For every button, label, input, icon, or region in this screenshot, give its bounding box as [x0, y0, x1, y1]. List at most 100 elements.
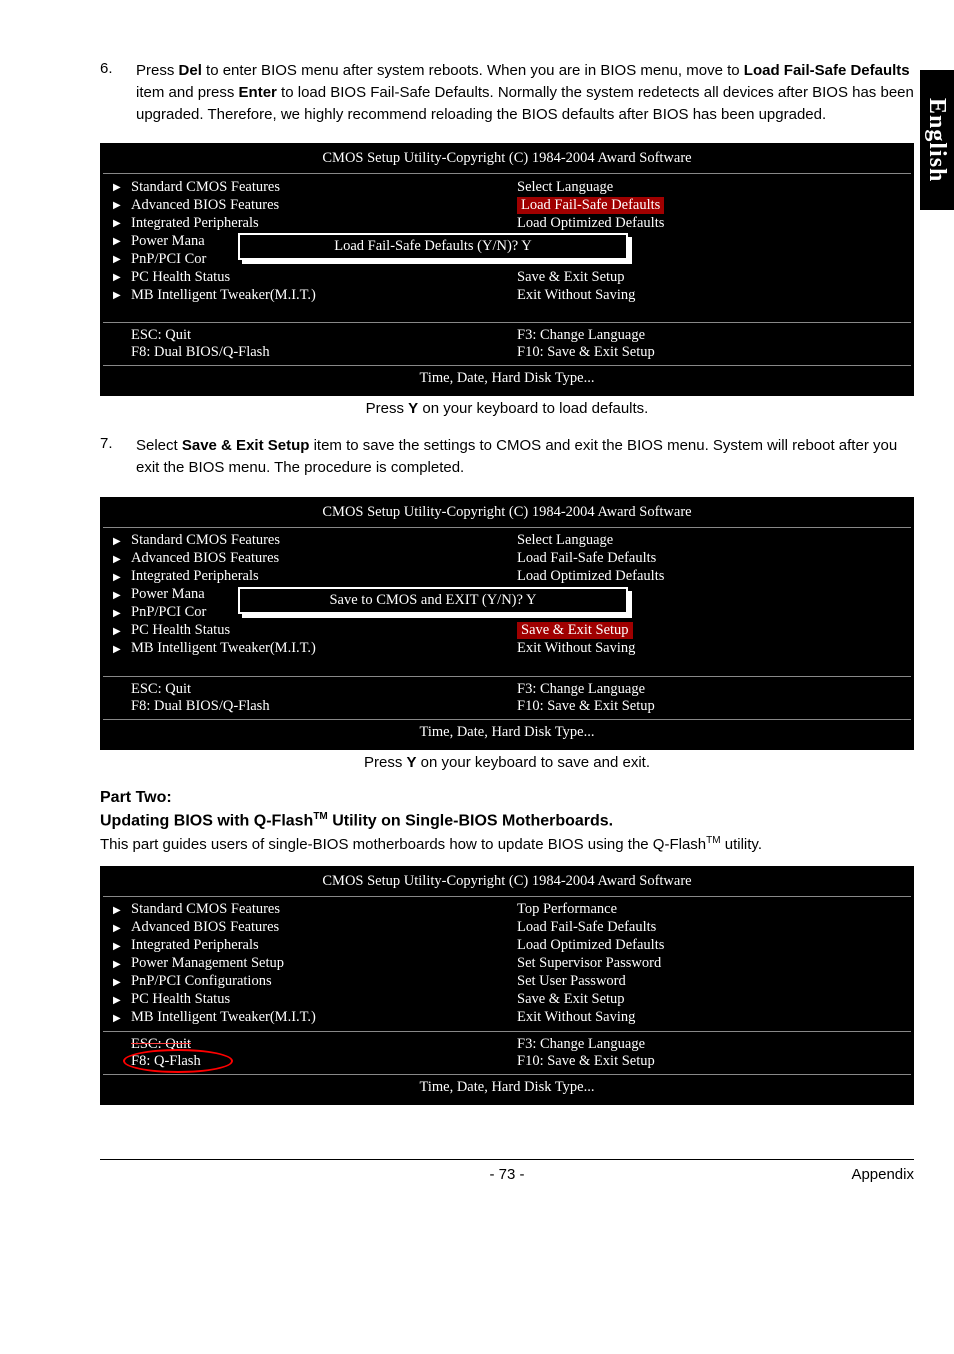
- menu-item: Integrated Peripherals: [131, 937, 259, 953]
- menu-item: Load Fail-Safe Defaults: [517, 919, 656, 935]
- menu-item: Advanced BIOS Features: [131, 197, 279, 213]
- menu-item: Load Fail-Safe Defaults: [517, 550, 656, 566]
- triangle-icon: ▶: [113, 1013, 121, 1024]
- help-right: F3: Change Language F10: Save & Exit Set…: [507, 1036, 911, 1070]
- t: Updating BIOS with Q-Flash: [100, 812, 313, 829]
- menu-item: PC Health Status: [131, 269, 230, 285]
- bios-footer: Time, Date, Hard Disk Type...: [103, 719, 911, 747]
- t: item and press: [136, 84, 239, 101]
- menu-item-highlighted: Save & Exit Setup: [517, 622, 633, 639]
- triangle-icon: ▶: [113, 905, 121, 916]
- key-enter: Enter: [239, 84, 277, 101]
- step-text: Press Del to enter BIOS menu after syste…: [136, 60, 914, 125]
- triangle-icon: ▶: [113, 200, 121, 211]
- part-two-heading: Updating BIOS with Q-FlashTM Utility on …: [100, 811, 914, 830]
- triangle-icon: ▶: [113, 977, 121, 988]
- help-line: F10: Save & Exit Setup: [517, 698, 911, 715]
- bold-save-exit: Save & Exit Setup: [182, 437, 310, 454]
- t: to enter BIOS menu after system reboots.…: [202, 62, 744, 79]
- bios-screenshot-2: CMOS Setup Utility-Copyright (C) 1984-20…: [100, 497, 914, 750]
- menu-item: Top Performance: [517, 901, 617, 917]
- step-number: 6.: [100, 60, 136, 135]
- menu-item: PC Health Status: [131, 622, 230, 638]
- menu-item: Integrated Peripherals: [131, 215, 259, 231]
- triangle-icon: ▶: [113, 272, 121, 283]
- menu-item: Advanced BIOS Features: [131, 550, 279, 566]
- menu-item: Set User Password: [517, 973, 626, 989]
- t: This part guides users of single-BIOS mo…: [100, 836, 706, 853]
- menu-item: Standard CMOS Features: [131, 901, 280, 917]
- caption-2: Press Y on your keyboard to save and exi…: [100, 754, 914, 771]
- step-number: 7.: [100, 435, 136, 489]
- menu-item: PnP/PCI Configurations: [131, 973, 272, 989]
- help-line: ESC: Quit: [131, 1036, 507, 1053]
- page-number: - 73 -: [260, 1166, 754, 1183]
- menu-item: Power Mana: [131, 586, 205, 602]
- bios-dialog: Save to CMOS and EXIT (Y/N)? Y: [238, 587, 628, 614]
- menu-item: PC Health Status: [131, 991, 230, 1007]
- triangle-icon: ▶: [113, 608, 121, 619]
- t: Select: [136, 437, 182, 454]
- bios-title: CMOS Setup Utility-Copyright (C) 1984-20…: [103, 146, 911, 173]
- menu-item: Load Optimized Defaults: [517, 568, 664, 584]
- help-left: ESC: Quit F8: Q-Flash: [103, 1036, 507, 1070]
- step-text: Select Save & Exit Setup item to save th…: [136, 435, 914, 479]
- menu-item: PnP/PCI Cor: [131, 604, 206, 620]
- triangle-icon: ▶: [113, 995, 121, 1006]
- help-line: F3: Change Language: [517, 681, 911, 698]
- menu-item: Exit Without Saving: [517, 287, 635, 303]
- menu-item-highlighted: Load Fail-Safe Defaults: [517, 197, 664, 214]
- key-y: Y: [407, 754, 417, 771]
- language-tab: English: [920, 70, 954, 210]
- help-line: ESC: Quit: [131, 327, 507, 344]
- menu-item: Save & Exit Setup: [517, 991, 625, 1007]
- triangle-icon: ▶: [113, 590, 121, 601]
- part-two-paragraph: This part guides users of single-BIOS mo…: [100, 834, 914, 856]
- menu-item: Save & Exit Setup: [517, 269, 625, 285]
- triangle-icon: ▶: [113, 182, 121, 193]
- bios-screenshot-3: CMOS Setup Utility-Copyright (C) 1984-20…: [100, 866, 914, 1105]
- t: on your keyboard to load defaults.: [418, 400, 648, 417]
- triangle-icon: ▶: [113, 554, 121, 565]
- menu-item: Exit Without Saving: [517, 1009, 635, 1025]
- key-del: Del: [179, 62, 202, 79]
- help-line: F10: Save & Exit Setup: [517, 1053, 911, 1070]
- menu-item: Power Management Setup: [131, 955, 284, 971]
- bold-lfsd: Load Fail-Safe Defaults: [744, 62, 910, 79]
- help-line: ESC: Quit: [131, 681, 507, 698]
- t: Press: [136, 62, 179, 79]
- help-left: ESC: Quit F8: Dual BIOS/Q-Flash: [103, 327, 507, 361]
- menu-item: Select Language: [517, 532, 613, 548]
- tm-mark: TM: [706, 835, 720, 846]
- section-name: Appendix: [754, 1166, 914, 1183]
- triangle-icon: ▶: [113, 923, 121, 934]
- triangle-icon: ▶: [113, 626, 121, 637]
- menu-item: MB Intelligent Tweaker(M.I.T.): [131, 640, 316, 656]
- t: Press: [366, 400, 409, 417]
- triangle-icon: ▶: [113, 959, 121, 970]
- menu-item: MB Intelligent Tweaker(M.I.T.): [131, 287, 316, 303]
- bios-right-col: Top Performance Load Fail-Safe Defaults …: [507, 901, 911, 1027]
- menu-item: Standard CMOS Features: [131, 532, 280, 548]
- help-line: F3: Change Language: [517, 327, 911, 344]
- triangle-icon: ▶: [113, 218, 121, 229]
- help-line: F8: Dual BIOS/Q-Flash: [131, 698, 507, 715]
- bios-title: CMOS Setup Utility-Copyright (C) 1984-20…: [103, 500, 911, 527]
- menu-item: Integrated Peripherals: [131, 568, 259, 584]
- menu-item: Set Supervisor Password: [517, 955, 661, 971]
- menu-item: Advanced BIOS Features: [131, 919, 279, 935]
- t: on your keyboard to save and exit.: [417, 754, 650, 771]
- menu-item: Exit Without Saving: [517, 640, 635, 656]
- part-two-label: Part Two:: [100, 789, 914, 807]
- menu-item: Select Language: [517, 179, 613, 195]
- page-footer: - 73 - Appendix: [100, 1159, 914, 1183]
- bios-title: CMOS Setup Utility-Copyright (C) 1984-20…: [103, 869, 911, 896]
- tm-mark: TM: [313, 811, 327, 822]
- bios-screenshot-1: CMOS Setup Utility-Copyright (C) 1984-20…: [100, 143, 914, 396]
- help-line: F8: Q-Flash: [131, 1053, 507, 1070]
- bios-left-col: ▶ Standard CMOS Features ▶ Advanced BIOS F…: [103, 901, 507, 1027]
- bios-footer: Time, Date, Hard Disk Type...: [103, 1074, 911, 1102]
- menu-item: Standard CMOS Features: [131, 179, 280, 195]
- help-line: F3: Change Language: [517, 1036, 911, 1053]
- triangle-icon: ▶: [113, 644, 121, 655]
